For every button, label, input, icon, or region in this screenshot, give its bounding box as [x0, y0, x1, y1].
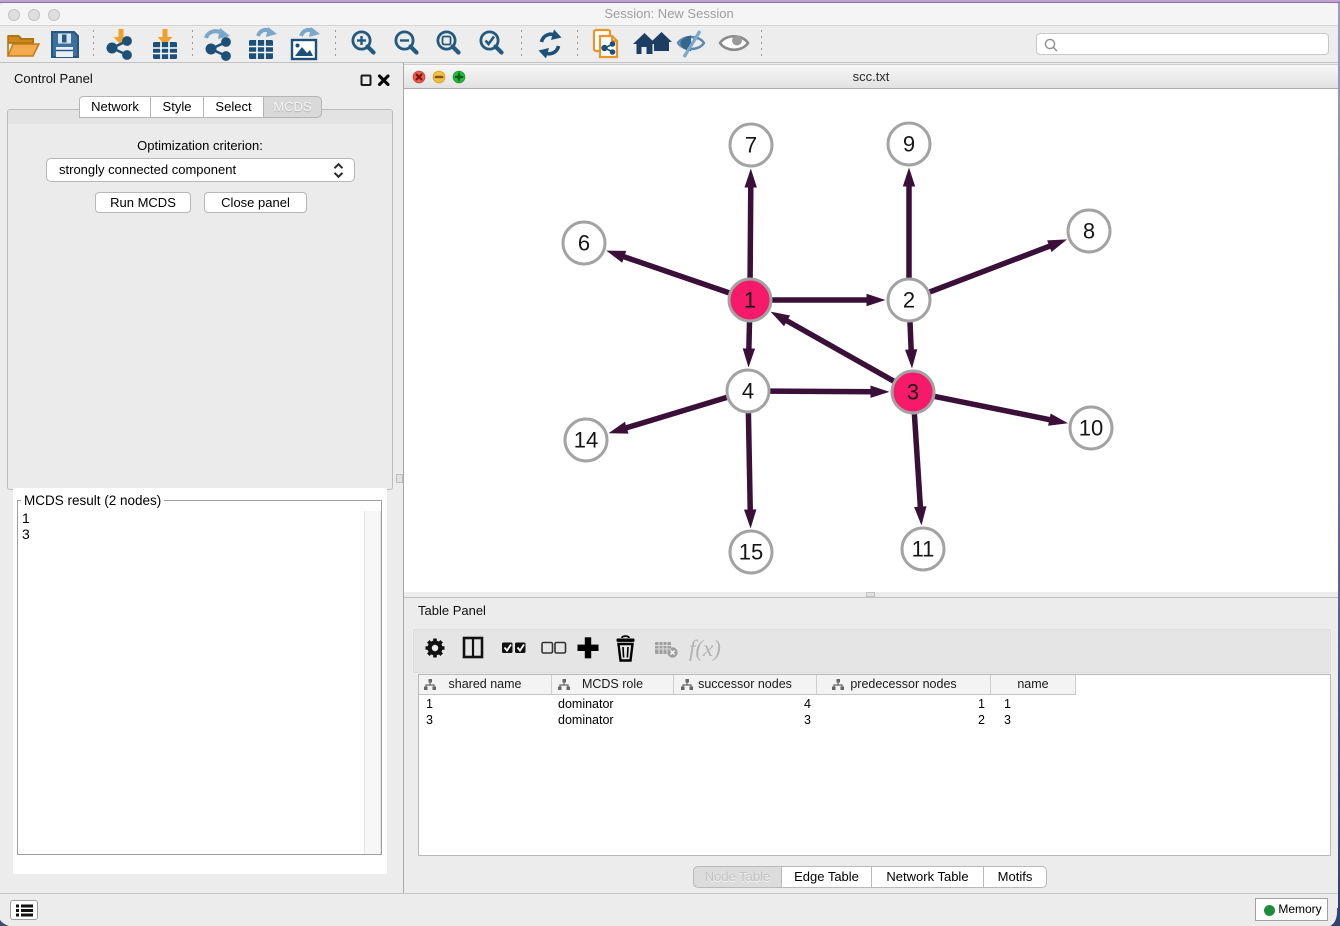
svg-text:2: 2: [903, 288, 915, 313]
svg-text:11: 11: [912, 537, 935, 562]
svg-text:10: 10: [1079, 416, 1103, 441]
svg-text:4: 4: [742, 379, 754, 404]
svg-text:3: 3: [907, 380, 919, 405]
svg-text:9: 9: [903, 132, 915, 157]
svg-text:7: 7: [745, 133, 757, 158]
svg-text:15: 15: [739, 540, 763, 565]
svg-text:f(x): f(x): [689, 636, 721, 661]
svg-text:14: 14: [574, 428, 598, 453]
svg-text:6: 6: [578, 231, 590, 256]
svg-text:1: 1: [744, 288, 756, 313]
svg-text:8: 8: [1083, 219, 1095, 244]
